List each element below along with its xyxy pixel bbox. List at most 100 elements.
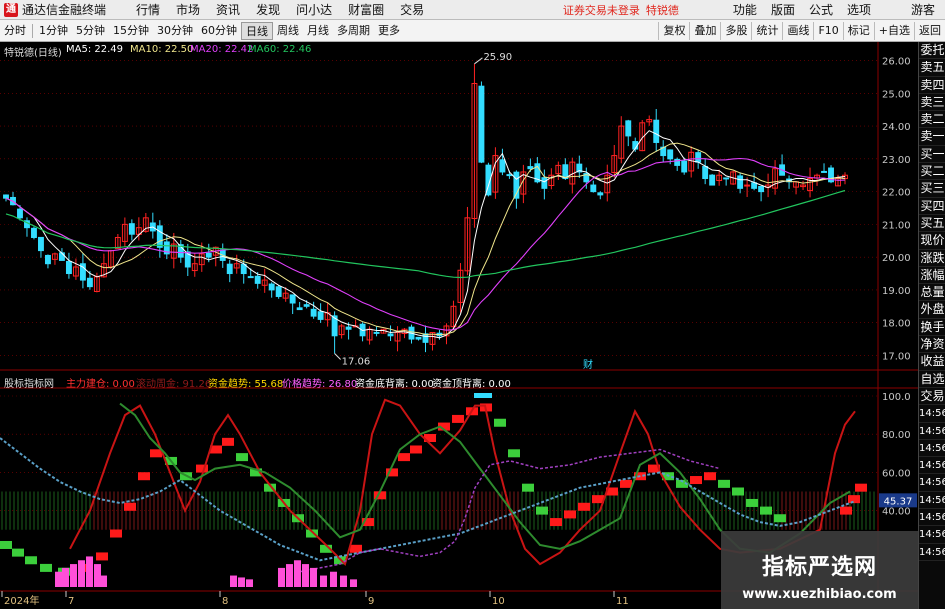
magenta-bar-16 xyxy=(330,571,337,587)
candle-body-95 xyxy=(667,149,674,160)
period-intraday[interactable]: 分时 xyxy=(0,22,30,40)
sidebar-item-10[interactable]: 买五 xyxy=(919,215,945,233)
sidebar-item-27[interactable]: 14:56 xyxy=(919,509,945,527)
sidebar-item-21[interactable]: 14:56 xyxy=(919,405,945,423)
period-60min[interactable]: 60分钟 xyxy=(197,22,241,40)
period-5min[interactable]: 5分钟 xyxy=(72,22,109,40)
candle-body-117 xyxy=(821,170,827,173)
login-notice[interactable]: 证券交易未登录 xyxy=(563,2,640,18)
price-tick-9: 17.00 xyxy=(882,351,911,362)
legend-ma20: MA20: 22.42 xyxy=(190,44,254,55)
candle-body-22 xyxy=(156,225,163,248)
sidebar-item-24[interactable]: 14:56 xyxy=(919,457,945,475)
ladder-block-9 xyxy=(138,472,150,481)
sidebar-item-25[interactable]: 14:56 xyxy=(919,474,945,492)
period-monthly[interactable]: 月线 xyxy=(303,22,333,40)
candle-body-32 xyxy=(226,263,233,275)
mark-button[interactable]: 标记 xyxy=(842,21,874,40)
high-label: 25.90 xyxy=(483,52,512,63)
menu-news[interactable]: 资讯 xyxy=(216,1,240,18)
candle-body-0 xyxy=(3,194,9,199)
sidebar-item-11[interactable]: 现价 xyxy=(919,232,945,250)
sidebar-item-17[interactable]: 净资 xyxy=(919,336,945,354)
adjust-button[interactable]: 复权 xyxy=(658,21,689,40)
x-label-0: 2024年 xyxy=(4,594,39,607)
period-30min[interactable]: 30分钟 xyxy=(153,22,197,40)
multi-stock-button[interactable]: 多股 xyxy=(720,21,751,40)
sidebar-item-20[interactable]: 交易 xyxy=(919,388,945,406)
quote-sidebar: 委托 卖五 卖四 卖三 卖二 卖一 买一 买二 买三 买四 买五 现价 涨跌 涨幅 总量 外盘 换手 净资 收益 自选… xyxy=(918,42,945,609)
candle-body-89 xyxy=(625,120,632,137)
ladder-block-41 xyxy=(578,502,590,511)
sidebar-item-9[interactable]: 买四 xyxy=(919,198,945,215)
tdx-app-window: 通 通达信金融终端 行情 市场 资讯 发现 问小达 财富圈 交易 证券交易未登录… xyxy=(0,0,945,609)
sidebar-item-22[interactable]: 14:56 xyxy=(919,423,945,440)
overlay-button[interactable]: 叠加 xyxy=(689,21,720,40)
sidebar-item-29[interactable]: 14:56 xyxy=(919,544,945,561)
candle-body-41 xyxy=(289,294,296,304)
magenta-bar-14 xyxy=(310,567,317,587)
menu-trade[interactable]: 交易 xyxy=(400,1,424,18)
sidebar-item-15[interactable]: 外盘 xyxy=(919,301,945,319)
sidebar-item-3[interactable]: 卖三 xyxy=(919,94,945,112)
sidebar-item-14[interactable]: 总量 xyxy=(919,284,945,302)
candle-body-9 xyxy=(65,260,72,275)
indicator-fund-trend: 资金趋势: 55.68 xyxy=(208,379,284,390)
candle-body-85 xyxy=(597,192,604,196)
back-button[interactable]: 返回 xyxy=(914,21,945,40)
add-watchlist-button[interactable]: +自选 xyxy=(873,21,914,40)
menu-functions[interactable]: 功能 xyxy=(733,1,757,18)
magenta-bar-7 xyxy=(230,575,237,587)
sidebar-item-7[interactable]: 买二 xyxy=(919,163,945,181)
period-multi[interactable]: 多周期 xyxy=(333,22,374,40)
candle-body-103 xyxy=(723,177,730,180)
menu-formula[interactable]: 公式 xyxy=(809,1,833,18)
period-15min[interactable]: 15分钟 xyxy=(109,22,153,40)
statistics-button[interactable]: 统计 xyxy=(751,21,782,40)
ladder-block-1 xyxy=(12,548,24,557)
sidebar-item-28[interactable]: 14:56 xyxy=(919,526,945,544)
sidebar-item-12[interactable]: 涨跌 xyxy=(919,250,945,267)
period-daily[interactable]: 日线 xyxy=(241,21,273,40)
menu-options[interactable]: 选项 xyxy=(847,1,871,18)
sidebar-item-26[interactable]: 14:56 xyxy=(919,492,945,510)
ladder-block-16 xyxy=(236,453,248,462)
sidebar-item-2[interactable]: 卖四 xyxy=(919,77,945,94)
candle-body-5 xyxy=(38,236,44,252)
sidebar-item-13[interactable]: 涨幅 xyxy=(919,267,945,285)
menu-quotes[interactable]: 行情 xyxy=(136,1,160,18)
period-weekly[interactable]: 周线 xyxy=(273,22,303,40)
price-tick-3: 23.00 xyxy=(882,155,911,166)
period-more[interactable]: 更多 xyxy=(374,22,404,40)
kline-chart[interactable]: 26.00 25.00 24.00 23.00 22.00 21.00 20.00 19.00… xyxy=(0,42,918,609)
finance-marker: 财 xyxy=(583,358,593,371)
period-1min[interactable]: 1分钟 xyxy=(35,22,72,40)
candle-body-49 xyxy=(345,326,352,330)
toolbar-divider xyxy=(32,23,33,38)
f10-button[interactable]: F10 xyxy=(813,21,842,40)
sidebar-item-18[interactable]: 收益 xyxy=(919,353,945,371)
price-tick-6: 20.00 xyxy=(882,253,911,264)
sidebar-item-5[interactable]: 卖一 xyxy=(919,128,945,146)
magenta-bar-10 xyxy=(278,567,285,587)
guest-label[interactable]: 游客 xyxy=(911,1,935,18)
sidebar-item-23[interactable]: 14:56 xyxy=(919,440,945,458)
sidebar-item-1[interactable]: 卖五 xyxy=(919,59,945,77)
menu-discover[interactable]: 发现 xyxy=(256,1,280,18)
indicator-top-divergence: 资金顶背离: 0.00 xyxy=(432,379,511,390)
ladder-block-55 xyxy=(774,514,786,523)
sidebar-item-6[interactable]: 买一 xyxy=(919,146,945,164)
draw-line-button[interactable]: 画线 xyxy=(782,21,813,40)
sidebar-item-19[interactable]: 自选 xyxy=(919,371,945,388)
app-logo-icon: 通 xyxy=(4,2,18,17)
menu-ask-xiaoda[interactable]: 问小达 xyxy=(296,1,332,18)
sidebar-item-4[interactable]: 卖二 xyxy=(919,111,945,129)
magenta-bar-9 xyxy=(246,579,253,587)
magenta-bar-12 xyxy=(294,560,301,587)
menu-layout[interactable]: 版面 xyxy=(771,1,795,18)
menu-wealth-circle[interactable]: 财富圈 xyxy=(348,1,384,18)
sidebar-item-8[interactable]: 买三 xyxy=(919,180,945,198)
sidebar-item-0[interactable]: 委托 xyxy=(919,42,945,60)
menu-market[interactable]: 市场 xyxy=(176,1,200,18)
sidebar-item-16[interactable]: 换手 xyxy=(919,319,945,337)
